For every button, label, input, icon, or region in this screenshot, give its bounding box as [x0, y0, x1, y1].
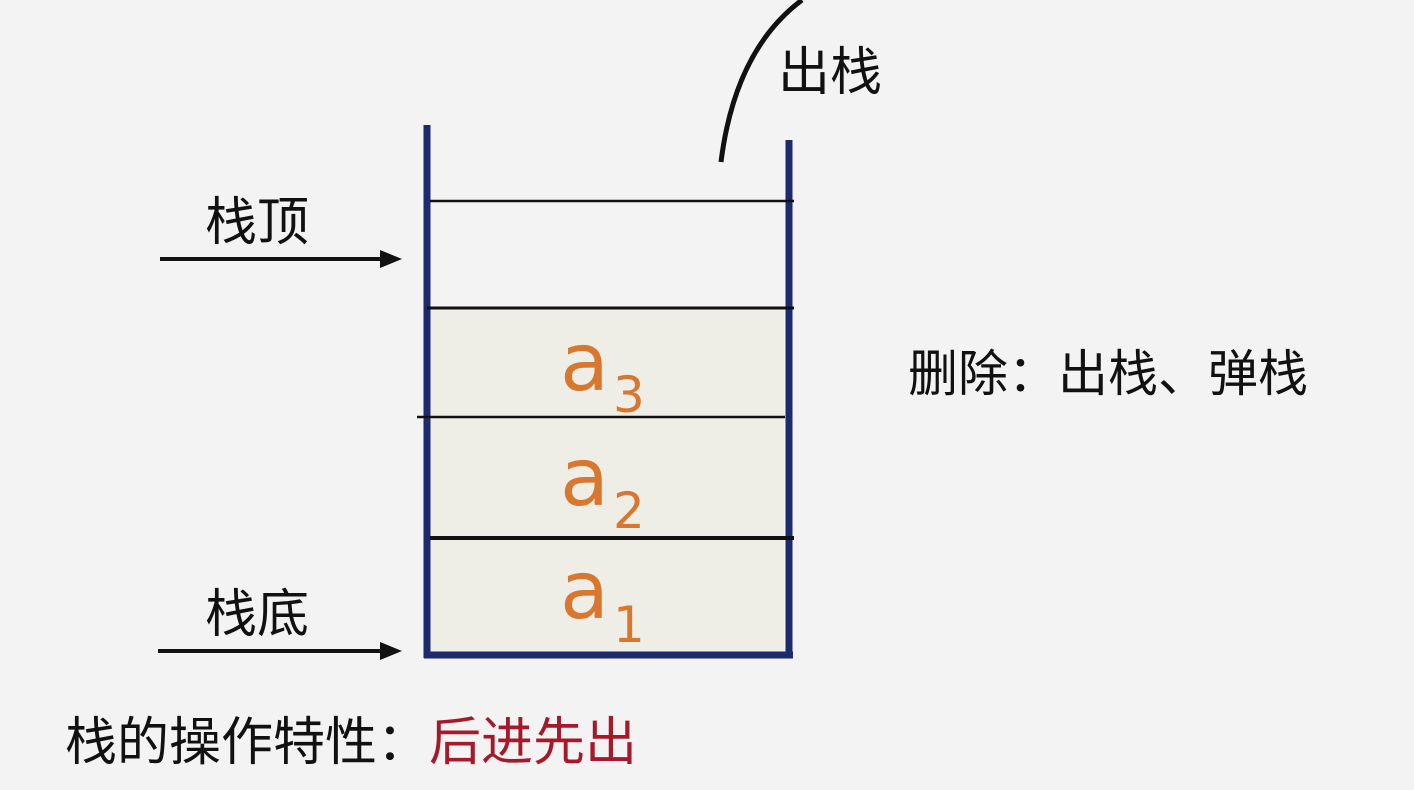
element-a1-base: a [560, 544, 609, 637]
delete-label: 删除：出栈、弹栈 [908, 345, 1308, 403]
element-a3-sub: 3 [613, 366, 645, 424]
element-a1-sub: 1 [613, 596, 645, 654]
stack-diagram: 出栈 栈顶 栈底 删除：出栈、弹栈 a 3 a 2 a 1 栈的操作特性：后进先… [65, 0, 1308, 773]
property-value: 后进先出 [429, 713, 637, 773]
element-a3-base: a [560, 316, 609, 409]
bottom-label: 栈底 [205, 585, 309, 645]
pop-label: 出栈 [778, 43, 882, 103]
element-a2-base: a [560, 431, 609, 524]
bottom-arrow-head [380, 642, 402, 660]
element-a2-sub: 2 [613, 482, 645, 540]
top-label: 栈顶 [205, 193, 309, 253]
top-arrow-head [380, 250, 402, 268]
property-line: 栈的操作特性：后进先出 [65, 713, 637, 773]
property-label: 栈的操作特性： [65, 713, 429, 773]
